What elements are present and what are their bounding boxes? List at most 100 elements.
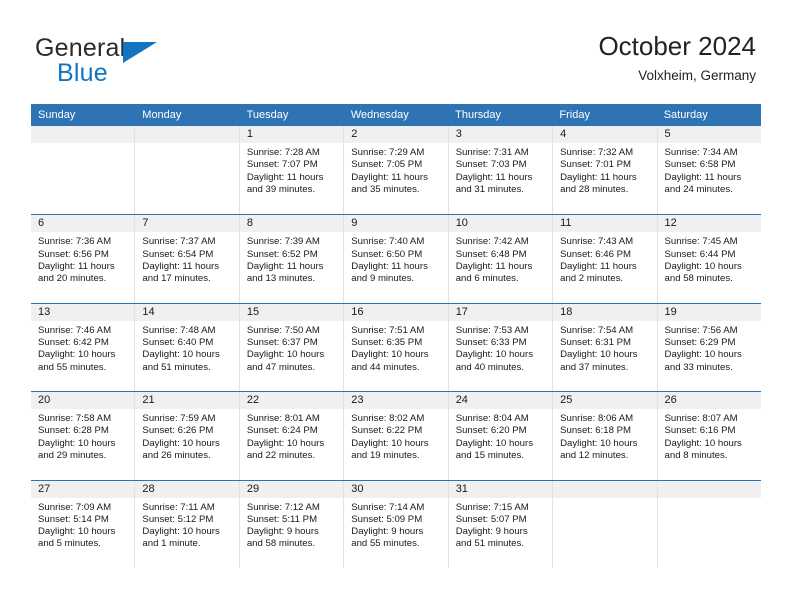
calendar-day-cell[interactable]: 25 Sunrise: 8:06 AM Sunset: 6:18 PM Dayligh… <box>553 392 658 480</box>
weekday-header-monday: Monday <box>142 109 182 121</box>
day-sunset-text: Sunset: 6:37 PM <box>246 337 318 349</box>
calendar-day-cell-empty <box>31 126 136 215</box>
calendar-day-cell[interactable]: 16 Sunrise: 7:51 AM Sunset: 6:35 PM Dayligh… <box>344 303 449 392</box>
day-number: 5 <box>657 126 761 143</box>
calendar-day-cell[interactable]: 24 Sunrise: 8:04 AM Sunset: 6:20 PM Dayligh… <box>448 392 554 480</box>
calendar-day-cell[interactable]: 10 Sunrise: 7:42 AM Sunset: 6:48 PM Dayligh… <box>448 215 554 303</box>
calendar-day-cell[interactable]: 11 Sunrise: 7:43 AM Sunset: 6:46 PM Dayligh… <box>553 215 658 303</box>
day-sun-info: Sunrise: 7:51 AM Sunset: 6:35 PM Daylight:… <box>344 321 447 374</box>
day-daylight1-text: Daylight: 10 hours <box>142 349 220 361</box>
day-daylight2-text: and 55 minutes. <box>38 361 107 373</box>
day-daylight2-text: and 9 minutes. <box>351 273 415 285</box>
calendar-day-cell[interactable]: 8 Sunrise: 7:39 AM Sunset: 6:52 PM Daylight… <box>239 215 345 303</box>
calendar-day-cell[interactable]: 22 Sunrise: 8:01 AM Sunset: 6:24 PM Dayligh… <box>239 392 345 480</box>
day-sunset-text: Sunset: 6:54 PM <box>142 248 214 260</box>
day-number: 8 <box>239 215 344 233</box>
calendar-day-cell[interactable]: 21 Sunrise: 7:59 AM Sunset: 6:26 PM Dayligh… <box>135 392 240 480</box>
day-daylight2-text: and 12 minutes. <box>560 450 629 462</box>
day-sunrise-text: Sunrise: 7:32 AM <box>560 147 634 158</box>
day-sunset-text: Sunset: 6:52 PM <box>246 248 318 260</box>
day-number: 21 <box>135 392 239 410</box>
day-daylight2-text: and 22 minutes. <box>246 450 316 462</box>
brand-logo[interactable]: General Blue <box>35 34 215 90</box>
day-sunrise-text: Sunrise: 8:02 AM <box>351 413 425 425</box>
calendar-day-cell[interactable]: 2 Sunrise: 7:29 AM Sunset: 7:05 PM Daylight… <box>344 126 449 215</box>
calendar-day-cell[interactable]: 7 Sunrise: 7:37 AM Sunset: 6:54 PM Daylight… <box>135 215 240 303</box>
day-sun-info: Sunrise: 8:04 AM Sunset: 6:20 PM Daylight:… <box>449 409 552 462</box>
day-daylight1-text: Daylight: 11 hours <box>38 260 115 272</box>
calendar-day-cell[interactable]: 4 Sunrise: 7:32 AM Sunset: 7:01 PM Daylight… <box>553 126 658 215</box>
calendar-day-cell[interactable]: 20 Sunrise: 7:58 AM Sunset: 6:28 PM Dayligh… <box>31 392 136 480</box>
day-number: 15 <box>239 303 344 321</box>
calendar-day-cell[interactable]: 23 Sunrise: 8:02 AM Sunset: 6:22 PM Dayligh… <box>344 392 449 480</box>
day-daylight1-text: Daylight: 11 hours <box>560 171 637 183</box>
calendar-day-cell[interactable]: 27 Sunrise: 7:09 AM Sunset: 5:14 PM Dayligh… <box>31 480 136 568</box>
calendar-day-cell-empty <box>553 480 658 568</box>
day-number: 22 <box>239 392 344 410</box>
day-number: 27 <box>31 480 135 498</box>
triangle-flag-icon <box>123 42 157 63</box>
day-sunset-text: Sunset: 6:16 PM <box>664 425 736 437</box>
calendar-day-cell[interactable]: 6 Sunrise: 7:36 AM Sunset: 6:56 PM Daylight… <box>31 215 136 303</box>
day-number: 28 <box>135 480 239 498</box>
calendar-day-cell[interactable]: 31 Sunrise: 7:15 AM Sunset: 5:07 PM Dayligh… <box>448 480 554 568</box>
calendar-day-cell[interactable]: 29 Sunrise: 7:12 AM Sunset: 5:11 PM Dayligh… <box>239 480 345 568</box>
day-daylight2-text: and 8 minutes. <box>664 450 728 462</box>
day-number: 9 <box>344 215 448 233</box>
day-daylight1-text: Daylight: 11 hours <box>455 260 533 272</box>
calendar-week-row: 20 Sunrise: 7:58 AM Sunset: 6:28 PM Dayligh… <box>31 391 761 480</box>
calendar-day-cell[interactable]: 30 Sunrise: 7:14 AM Sunset: 5:09 PM Dayligh… <box>344 480 449 568</box>
day-sunset-text: Sunset: 5:11 PM <box>246 513 318 525</box>
calendar-day-cell[interactable]: 15 Sunrise: 7:50 AM Sunset: 6:37 PM Dayligh… <box>239 303 345 392</box>
calendar-day-cell[interactable]: 1 Sunrise: 7:28 AM Sunset: 7:07 PM Daylight… <box>239 126 345 215</box>
day-sunrise-text: Sunrise: 7:40 AM <box>351 236 425 248</box>
calendar-day-cell[interactable]: 18 Sunrise: 7:54 AM Sunset: 6:31 PM Dayligh… <box>553 303 658 392</box>
day-sun-info: Sunrise: 7:12 AM Sunset: 5:11 PM Daylight:… <box>240 498 343 551</box>
day-number: 26 <box>657 392 761 410</box>
day-daylight1-text: Daylight: 11 hours <box>351 260 428 272</box>
calendar-day-cell[interactable]: 14 Sunrise: 7:48 AM Sunset: 6:40 PM Dayligh… <box>135 303 240 392</box>
calendar-day-cell[interactable]: 19 Sunrise: 7:56 AM Sunset: 6:29 PM Dayligh… <box>657 303 761 392</box>
day-daylight1-text: Daylight: 10 hours <box>664 260 742 272</box>
calendar-day-cell[interactable]: 17 Sunrise: 7:53 AM Sunset: 6:33 PM Dayligh… <box>448 303 554 392</box>
day-daylight1-text: Daylight: 9 hours <box>351 526 424 538</box>
day-sun-info: Sunrise: 7:43 AM Sunset: 6:46 PM Daylight:… <box>553 232 656 285</box>
day-daylight1-text: Daylight: 10 hours <box>38 349 116 361</box>
day-sun-info: Sunrise: 7:48 AM Sunset: 6:40 PM Daylight:… <box>135 321 238 374</box>
day-daylight2-text: and 6 minutes. <box>455 273 519 285</box>
calendar-day-cell[interactable]: 3 Sunrise: 7:31 AM Sunset: 7:03 PM Daylight… <box>448 126 554 215</box>
day-daylight2-text: and 2 minutes. <box>560 273 624 285</box>
calendar-day-cell[interactable]: 9 Sunrise: 7:40 AM Sunset: 6:50 PM Daylight… <box>344 215 449 303</box>
day-number: 1 <box>239 126 344 143</box>
calendar-page: General Blue October 2024 Volxheim, Germ… <box>0 0 792 612</box>
day-sunrise-text: Sunrise: 7:59 AM <box>142 413 216 425</box>
day-number: 16 <box>344 303 448 321</box>
page-header: General Blue October 2024 Volxheim, Germ… <box>0 0 792 103</box>
day-daylight1-text: Daylight: 9 hours <box>455 526 528 538</box>
day-sun-info: Sunrise: 7:39 AM Sunset: 6:52 PM Daylight:… <box>240 232 343 285</box>
day-daylight2-text: and 24 minutes. <box>664 183 733 195</box>
day-number: 23 <box>344 392 448 410</box>
day-number: 20 <box>31 392 135 410</box>
day-daylight1-text: Daylight: 10 hours <box>664 349 742 361</box>
day-number: 7 <box>135 215 239 233</box>
calendar-day-cell[interactable]: 28 Sunrise: 7:11 AM Sunset: 5:12 PM Dayligh… <box>135 480 240 568</box>
day-sunset-text: Sunset: 6:40 PM <box>142 337 214 349</box>
day-sunrise-text: Sunrise: 7:56 AM <box>664 324 738 336</box>
day-daylight1-text: Daylight: 10 hours <box>351 349 429 361</box>
day-daylight1-text: Daylight: 10 hours <box>246 437 325 449</box>
day-sunrise-text: Sunrise: 7:37 AM <box>142 236 216 248</box>
calendar-day-cell[interactable]: 5 Sunrise: 7:34 AM Sunset: 6:58 PM Daylight… <box>657 126 761 215</box>
day-daylight1-text: Daylight: 10 hours <box>351 437 429 449</box>
day-sunset-text: Sunset: 6:20 PM <box>455 425 527 437</box>
day-sun-info: Sunrise: 7:09 AM Sunset: 5:14 PM Daylight:… <box>31 498 134 551</box>
calendar-day-cell[interactable]: 13 Sunrise: 7:46 AM Sunset: 6:42 PM Dayligh… <box>31 303 136 392</box>
calendar-day-cell[interactable]: 12 Sunrise: 7:45 AM Sunset: 6:44 PM Dayligh… <box>657 215 761 303</box>
day-sunset-text: Sunset: 7:07 PM <box>246 159 318 171</box>
day-daylight1-text: Daylight: 11 hours <box>246 260 324 272</box>
day-daylight2-text: and 31 minutes. <box>455 183 524 195</box>
day-sunrise-text: Sunrise: 7:15 AM <box>455 501 529 513</box>
day-sunset-text: Sunset: 6:31 PM <box>560 337 632 349</box>
calendar-day-cell[interactable]: 26 Sunrise: 8:07 AM Sunset: 6:16 PM Dayligh… <box>657 392 761 480</box>
day-daylight1-text: Daylight: 10 hours <box>560 437 638 449</box>
